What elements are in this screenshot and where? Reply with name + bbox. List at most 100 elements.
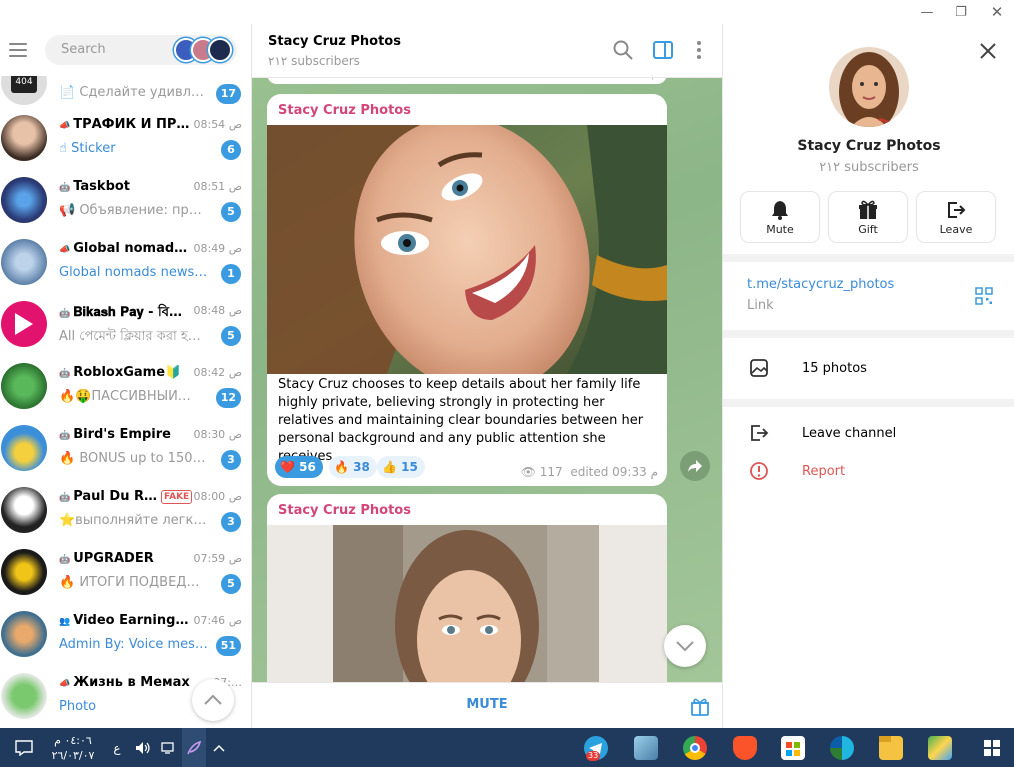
report-icon (750, 462, 768, 480)
close-icon[interactable] (976, 39, 1000, 63)
reaction-thumbs-up[interactable]: 👍 15 (377, 456, 425, 478)
unread-badge: 12 (215, 388, 241, 408)
post-channel-name: Stacy Cruz Photos (278, 103, 411, 118)
windows-icon (984, 739, 1000, 756)
unread-badge: 5 (221, 202, 241, 222)
store-app-icon[interactable] (781, 736, 805, 760)
search-icon[interactable] (612, 39, 634, 61)
chat-preview: Photo (59, 699, 97, 714)
gift-button[interactable]: Gift (829, 192, 907, 242)
chat-name: 🤖 RobloxGame🔰 (59, 365, 182, 380)
chevron-down-icon (676, 641, 694, 652)
chat-time: 08:54 ص (193, 118, 242, 131)
edge-app-icon[interactable] (830, 736, 854, 760)
close-window-icon[interactable]: ✕ (980, 0, 1014, 24)
minimize-icon[interactable]: — (910, 0, 944, 24)
mute-button[interactable]: Mute (741, 192, 819, 242)
unread-badge: 3 (221, 512, 241, 532)
bot-icon: 🤖 (59, 493, 71, 503)
chat-name: 📣 Global nomads … (59, 241, 191, 256)
post-photo[interactable] (267, 125, 667, 374)
bot-icon: 🤖 (59, 309, 71, 319)
divider (723, 254, 1014, 262)
chat-time: 08:51 ص (193, 180, 242, 193)
chat-list-panel: 404 📄 Сделайте удивленн… 17 📣ТРАФИК И ПР… (0, 24, 252, 728)
scroll-down-button[interactable] (664, 625, 706, 667)
chat-preview: 🔥 BONUS up to 150… (59, 451, 206, 466)
unread-badge: 17 (215, 84, 241, 104)
chat-item[interactable]: 🤖 Taskbot 08:51 ص 📢 Объявление: пром… 5 (0, 170, 251, 232)
start-button[interactable] (978, 728, 1006, 767)
divider (723, 330, 1014, 338)
post-photo[interactable] (267, 525, 667, 694)
channel-post[interactable]: Stacy Cruz Photos (267, 94, 667, 486)
mute-channel-button[interactable]: MUTE (452, 697, 522, 712)
post-text: Stacy Cruz chooses to keep details about… (278, 377, 644, 464)
chrome-app-icon[interactable] (683, 736, 707, 760)
chat-time: 07:59 ص (193, 552, 242, 565)
post-channel-name: Stacy Cruz Photos (278, 503, 411, 518)
telegram-app-icon[interactable]: 33 (584, 736, 608, 761)
game-app-icon[interactable] (928, 736, 952, 760)
restore-icon[interactable]: ❐ (944, 0, 978, 24)
channel-link[interactable]: t.me/stacycruz_photos (747, 277, 894, 292)
leave-channel-row[interactable]: Leave channel (723, 419, 1014, 449)
divider (723, 399, 1014, 407)
report-row[interactable]: Report (723, 457, 1014, 487)
eye-icon: 👁 (520, 465, 536, 479)
avatar (1, 239, 47, 285)
photos-row[interactable]: 15 photos (723, 354, 1014, 384)
network-icon[interactable] (158, 728, 180, 767)
chat-item[interactable]: 📣 ТРАФИК И ПРО… 08:54 ص ☝ Sticker 6 (0, 108, 251, 170)
chat-time: 08:42 ص (193, 366, 242, 379)
search-input[interactable]: Search (45, 35, 237, 65)
menu-icon[interactable] (9, 43, 27, 57)
leave-button[interactable]: Leave (917, 192, 995, 242)
file-explorer-app-icon[interactable] (879, 736, 903, 760)
chat-preview: ☝ Sticker (59, 141, 116, 156)
forward-button[interactable] (680, 451, 710, 481)
chat-item[interactable]: 🤖 Paul Du R… FAKE 08:00 ص ⭐выполняйте легк… (0, 480, 251, 542)
brave-app-icon[interactable] (733, 736, 757, 760)
notepad-app-icon[interactable] (634, 736, 658, 760)
chat-name: 🤖 UPGRADER (59, 551, 154, 566)
volume-icon[interactable] (132, 728, 154, 767)
channel-post[interactable]: Stacy Cruz Photos (267, 494, 667, 694)
avatar (1, 549, 47, 595)
left-header: Search (0, 24, 251, 76)
sidebar-toggle-icon[interactable] (652, 39, 674, 61)
chat-panel: 101 edited 09:32 م Stacy Cruz Photos (252, 24, 722, 728)
chevron-up-icon[interactable] (208, 728, 230, 767)
chat-item[interactable]: 👥 Video Earning … 07:46 ص Admin By: Voice… (0, 604, 251, 666)
stories-avatars[interactable] (174, 38, 234, 62)
chat-preview: Global nomads news EN … (59, 265, 209, 280)
qr-code-icon[interactable] (975, 287, 993, 305)
scroll-up-button[interactable] (192, 679, 234, 721)
clock[interactable]: ٠٤:٠٦ م ٢٦/٠٣/٠٧ (42, 728, 104, 767)
megaphone-icon: 📣 (59, 245, 71, 255)
megaphone-icon: 📣 (59, 121, 71, 131)
windows-taskbar: ٠٤:٠٦ م ٢٦/٠٣/٠٧ ع 33 (0, 728, 1014, 767)
forward-icon (688, 460, 702, 472)
leave-icon (751, 425, 769, 441)
gift-icon[interactable] (689, 695, 711, 717)
chat-item[interactable]: 🤖 RobloxGame🔰 08:42 ص 🔥🤑ПАССИВНЫЙ… 12 (0, 356, 251, 418)
chat-item[interactable]: 🤖 Bird's Empire 08:30 ص 🔥 BONUS up to 150… (0, 418, 251, 480)
reaction-heart[interactable]: ❤️ 56 (275, 456, 323, 478)
language-indicator[interactable]: ع (108, 728, 126, 767)
chat-item[interactable]: 📣 Global nomads … 08:49 ص Global nomads n… (0, 232, 251, 294)
feather-app-icon[interactable] (182, 728, 206, 767)
chat-preview: Admin By: Voice message (59, 637, 209, 652)
chat-header[interactable]: Stacy Cruz Photos ٢١٢ subscribers (252, 24, 722, 78)
notification-icon[interactable] (10, 728, 38, 767)
unread-badge: 3 (221, 450, 241, 470)
chat-item[interactable]: 🤖 UPGRADER 07:59 ص 🔥 ИТОГИ ПОДВЕД… 5 (0, 542, 251, 604)
channel-avatar[interactable] (829, 47, 909, 127)
photo-icon (750, 359, 768, 377)
more-options-icon[interactable] (688, 39, 710, 61)
leave-icon (948, 202, 966, 218)
chevron-up-icon (204, 694, 222, 705)
reaction-fire[interactable]: 🔥 38 (329, 456, 377, 478)
unread-badge: 5 (221, 574, 241, 594)
chat-item[interactable]: 🤖 𝐁𝐢𝐤𝐚𝐬𝐡 𝐏𝐚𝐲 - বি… 08:48 ص All পেমেন্ট ক্… (0, 294, 251, 356)
